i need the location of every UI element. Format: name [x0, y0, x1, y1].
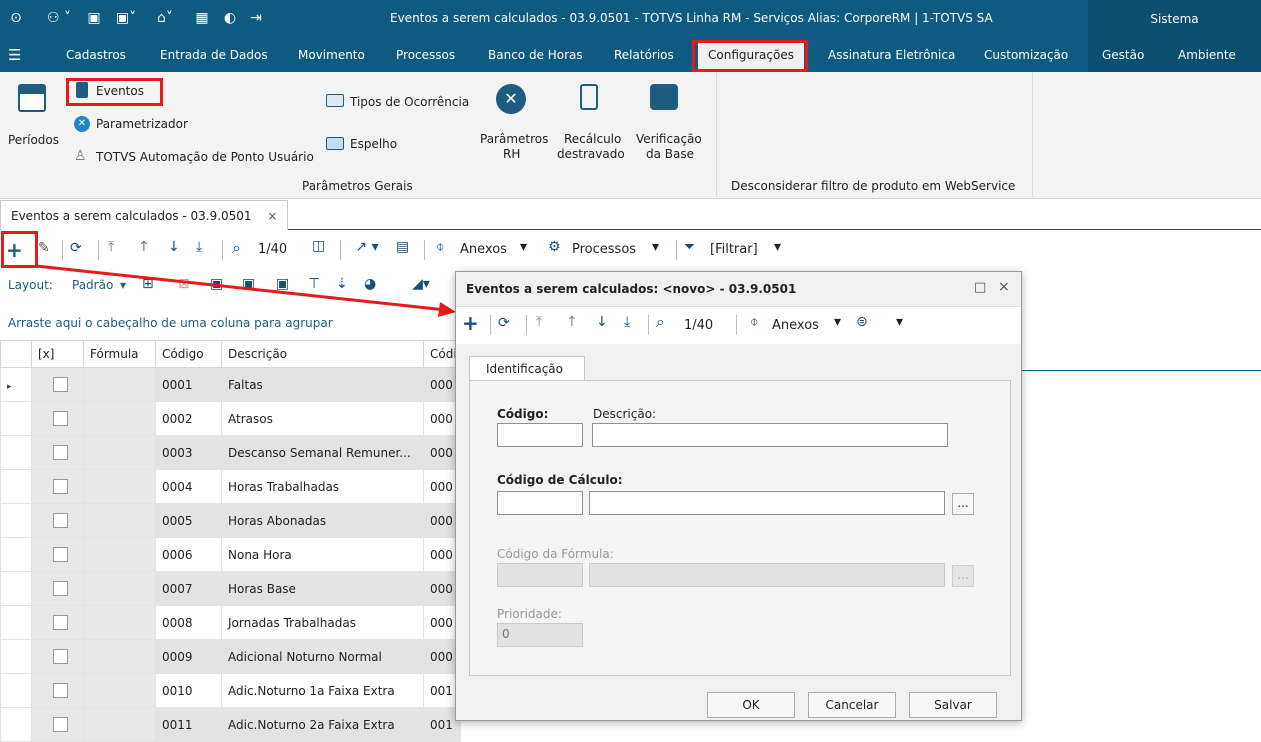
- tab-identificacao[interactable]: Identificação: [469, 356, 585, 381]
- codigo-calculo-input[interactable]: [497, 491, 583, 515]
- dialog-add-icon[interactable]: +: [462, 311, 479, 335]
- dialog-first-icon[interactable]: ⤒: [536, 314, 542, 330]
- dialog-anexos-button[interactable]: Anexos: [772, 318, 819, 333]
- dialog-more-icon[interactable]: ⊜: [856, 314, 868, 330]
- new-event-dialog: Eventos a serem calculados: <novo> - 03.…: [455, 271, 1022, 721]
- dialog-title: Eventos a serem calculados: <novo> - 03.…: [466, 282, 797, 296]
- descricao-input[interactable]: [592, 423, 948, 447]
- codigo-calculo-lookup-button[interactable]: ...: [952, 493, 974, 515]
- dialog-search-icon[interactable]: ⌕: [656, 312, 665, 332]
- dialog-refresh-icon[interactable]: ⟳: [498, 315, 510, 331]
- codigo-formula-label: Código da Fórmula:: [497, 547, 614, 561]
- descricao-label: Descrição:: [593, 407, 657, 421]
- codigo-formula-input[interactable]: [497, 563, 583, 587]
- dialog-attachment-icon[interactable]: ⌽: [750, 314, 758, 330]
- codigo-formula-lookup-button[interactable]: ...: [952, 565, 974, 587]
- close-icon[interactable]: ×: [998, 279, 1010, 295]
- dialog-next-icon[interactable]: ↓: [596, 314, 608, 330]
- grid-right-border: [1022, 370, 1261, 371]
- codigo-label: Código:: [497, 407, 549, 421]
- cancel-button[interactable]: Cancelar: [808, 692, 896, 718]
- dialog-toolbar: + ⟳ ⤒ ↑ ↓ ⤓ ⌕ 1/40 ⌽ Anexos ▾ ⊜ ▾: [456, 306, 1021, 344]
- codigo-calculo-desc-input[interactable]: [589, 491, 945, 515]
- tab-identificacao-label: Identificação: [486, 362, 563, 376]
- prioridade-label: Prioridade:: [497, 607, 562, 621]
- ok-button[interactable]: OK: [707, 692, 795, 718]
- dialog-more-dropdown-icon[interactable]: ▾: [896, 314, 903, 330]
- dialog-record-count: 1/40: [684, 318, 714, 333]
- codigo-input[interactable]: [497, 423, 583, 447]
- dialog-previous-icon[interactable]: ↑: [566, 314, 578, 330]
- save-button[interactable]: Salvar: [909, 692, 997, 718]
- prioridade-value: 0: [502, 627, 510, 641]
- codigo-formula-desc-input[interactable]: [589, 563, 945, 587]
- maximize-icon[interactable]: □: [974, 280, 986, 295]
- prioridade-input[interactable]: 0: [497, 623, 583, 647]
- codigo-calculo-label: Código de Cálculo:: [497, 473, 623, 487]
- identificacao-panel: Código: Descrição: Código de Cálculo: ..…: [469, 380, 1011, 676]
- dialog-last-icon[interactable]: ⤓: [624, 314, 630, 330]
- dialog-anexos-dropdown-icon[interactable]: ▾: [834, 314, 841, 330]
